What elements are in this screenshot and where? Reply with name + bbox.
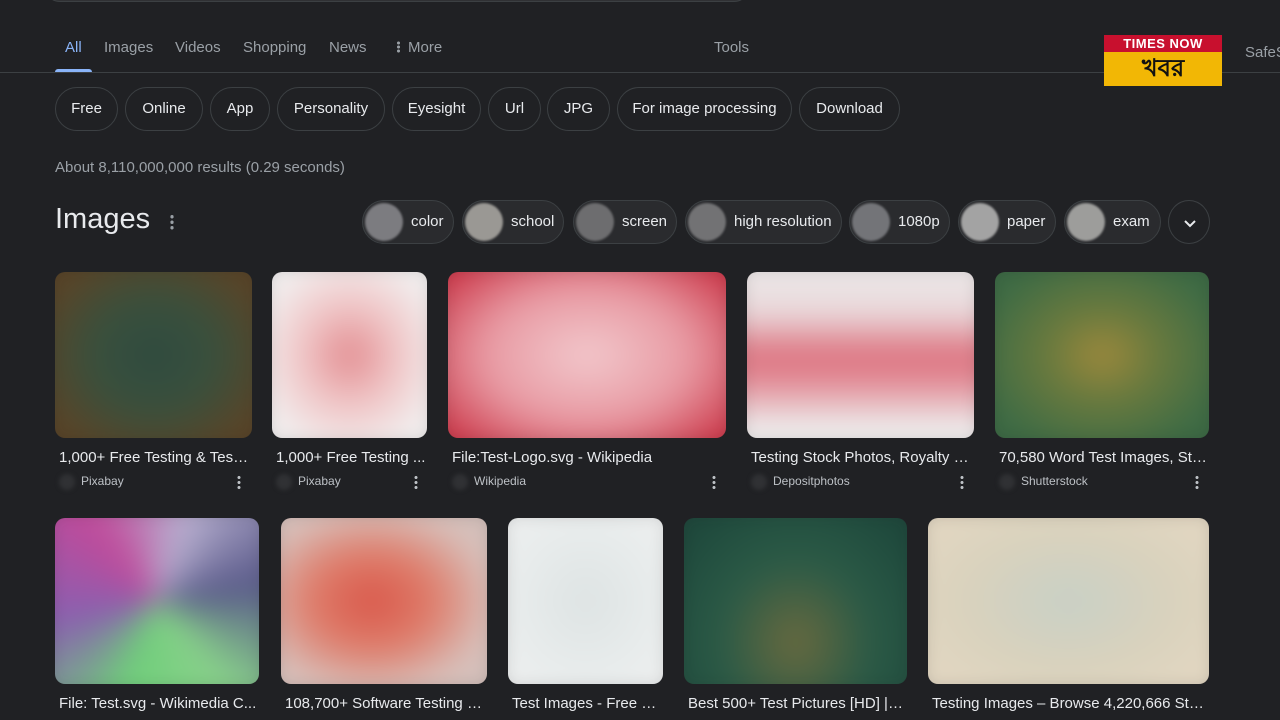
result-title[interactable]: Test Images - Free D... xyxy=(512,695,662,712)
result-source: Wikipedia xyxy=(474,474,527,488)
search-tabs: All Images Videos Shopping News More Too… xyxy=(0,0,1280,73)
refine-label: paper xyxy=(1007,213,1046,230)
result-title[interactable]: 108,700+ Software Testing S... xyxy=(285,695,485,712)
safesearch-button[interactable]: SafeS xyxy=(1245,44,1280,61)
result-title[interactable]: 1,000+ Free Testing ... xyxy=(276,449,426,466)
result-thumbnail[interactable] xyxy=(55,518,259,684)
image-result[interactable]: Testing Stock Photos, Royalty F... Depos… xyxy=(747,272,974,492)
image-result[interactable]: File:Test-Logo.svg - Wikipedia Wikipedia xyxy=(448,272,726,492)
images-section-title: Images xyxy=(55,203,151,235)
more-vert-icon[interactable] xyxy=(170,214,174,230)
result-title[interactable]: Testing Images – Browse 4,220,666 Sto... xyxy=(932,695,1208,712)
expand-refinements-button[interactable] xyxy=(1168,200,1210,244)
refine-chip-high-resolution[interactable]: high resolution xyxy=(685,200,842,244)
refine-thumbnail xyxy=(961,203,999,241)
active-tab-indicator xyxy=(55,69,92,72)
image-result[interactable]: 108,700+ Software Testing S... xyxy=(281,518,487,720)
chip-personality[interactable]: Personality xyxy=(277,87,385,131)
results-stats: About 8,110,000,000 results (0.29 second… xyxy=(55,159,345,176)
source-favicon xyxy=(59,474,75,490)
more-vert-icon[interactable] xyxy=(960,475,964,489)
result-thumbnail[interactable] xyxy=(747,272,974,438)
chip-url[interactable]: Url xyxy=(488,87,541,131)
source-favicon xyxy=(751,474,767,490)
logo-top-text: TIMES NOW xyxy=(1104,35,1222,52)
image-result[interactable]: 1,000+ Free Testing & Test ... Pixabay xyxy=(55,272,252,492)
refine-label: screen xyxy=(622,213,668,230)
result-thumbnail[interactable] xyxy=(448,272,726,438)
refine-label: high resolution xyxy=(734,213,832,230)
refine-label: exam xyxy=(1113,213,1150,230)
source-favicon xyxy=(452,474,468,490)
tools-button[interactable]: Tools xyxy=(714,39,749,56)
result-title[interactable]: File: Test.svg - Wikimedia C... xyxy=(59,695,257,712)
refine-chip-school[interactable]: school xyxy=(462,200,564,244)
result-thumbnail[interactable] xyxy=(995,272,1209,438)
tab-videos[interactable]: Videos xyxy=(175,39,221,56)
refine-chip-exam[interactable]: exam xyxy=(1064,200,1161,244)
result-thumbnail[interactable] xyxy=(928,518,1209,684)
chevron-down-icon xyxy=(1184,220,1196,228)
tab-news[interactable]: News xyxy=(329,39,367,56)
refine-label: color xyxy=(411,213,444,230)
result-title[interactable]: 1,000+ Free Testing & Test ... xyxy=(59,449,252,466)
refine-label: school xyxy=(511,213,555,230)
tab-shopping[interactable]: Shopping xyxy=(243,39,306,56)
chip-app[interactable]: App xyxy=(210,87,270,131)
image-result[interactable]: Best 500+ Test Pictures [HD] | ... xyxy=(684,518,907,720)
chip-download[interactable]: Download xyxy=(799,87,900,131)
result-source: Shutterstock xyxy=(1021,474,1088,488)
more-vert-icon xyxy=(397,41,400,53)
channel-logo: TIMES NOW খবর xyxy=(1104,35,1222,86)
refine-thumbnail xyxy=(852,203,890,241)
result-title[interactable]: Best 500+ Test Pictures [HD] | ... xyxy=(688,695,904,712)
result-title[interactable]: File:Test-Logo.svg - Wikipedia xyxy=(452,449,722,466)
tab-images[interactable]: Images xyxy=(104,39,153,56)
chip-online[interactable]: Online xyxy=(125,87,203,131)
result-thumbnail[interactable] xyxy=(272,272,427,438)
chip-free[interactable]: Free xyxy=(55,87,118,131)
result-thumbnail[interactable] xyxy=(55,272,252,438)
refine-label: 1080p xyxy=(898,213,940,230)
refine-chip-paper[interactable]: paper xyxy=(958,200,1056,244)
tab-all[interactable]: All xyxy=(65,39,82,56)
refine-chip-1080p[interactable]: 1080p xyxy=(849,200,950,244)
more-vert-icon[interactable] xyxy=(712,475,716,489)
more-vert-icon[interactable] xyxy=(237,475,241,489)
image-result[interactable]: 1,000+ Free Testing ... Pixabay xyxy=(272,272,427,492)
source-favicon xyxy=(999,474,1015,490)
refine-thumbnail xyxy=(465,203,503,241)
tab-more[interactable]: More xyxy=(397,39,442,56)
result-title[interactable]: Testing Stock Photos, Royalty F... xyxy=(751,449,971,466)
result-source: Depositphotos xyxy=(773,474,850,488)
chip-for-image-processing[interactable]: For image processing xyxy=(617,87,792,131)
refine-thumbnail xyxy=(1067,203,1105,241)
refine-thumbnail xyxy=(365,203,403,241)
result-source: Pixabay xyxy=(298,474,341,488)
refine-chip-screen[interactable]: screen xyxy=(573,200,677,244)
chip-eyesight[interactable]: Eyesight xyxy=(392,87,481,131)
image-result[interactable]: File: Test.svg - Wikimedia C... xyxy=(55,518,259,720)
tab-more-label: More xyxy=(408,39,443,56)
source-favicon xyxy=(276,474,292,490)
result-source: Pixabay xyxy=(81,474,124,488)
refine-chip-color[interactable]: color xyxy=(362,200,454,244)
image-result[interactable]: Test Images - Free D... xyxy=(508,518,663,720)
refine-thumbnail xyxy=(576,203,614,241)
result-thumbnail[interactable] xyxy=(684,518,907,684)
logo-bottom-text: খবর xyxy=(1141,55,1185,82)
result-thumbnail[interactable] xyxy=(281,518,487,684)
refine-thumbnail xyxy=(688,203,726,241)
result-thumbnail[interactable] xyxy=(508,518,663,684)
more-vert-icon[interactable] xyxy=(414,475,418,489)
image-result[interactable]: Testing Images – Browse 4,220,666 Sto... xyxy=(928,518,1209,720)
result-title[interactable]: 70,580 Word Test Images, Sto... xyxy=(999,449,1207,466)
more-vert-icon[interactable] xyxy=(1195,475,1199,489)
chip-jpg[interactable]: JPG xyxy=(547,87,610,131)
image-result[interactable]: 70,580 Word Test Images, Sto... Shutters… xyxy=(995,272,1209,492)
